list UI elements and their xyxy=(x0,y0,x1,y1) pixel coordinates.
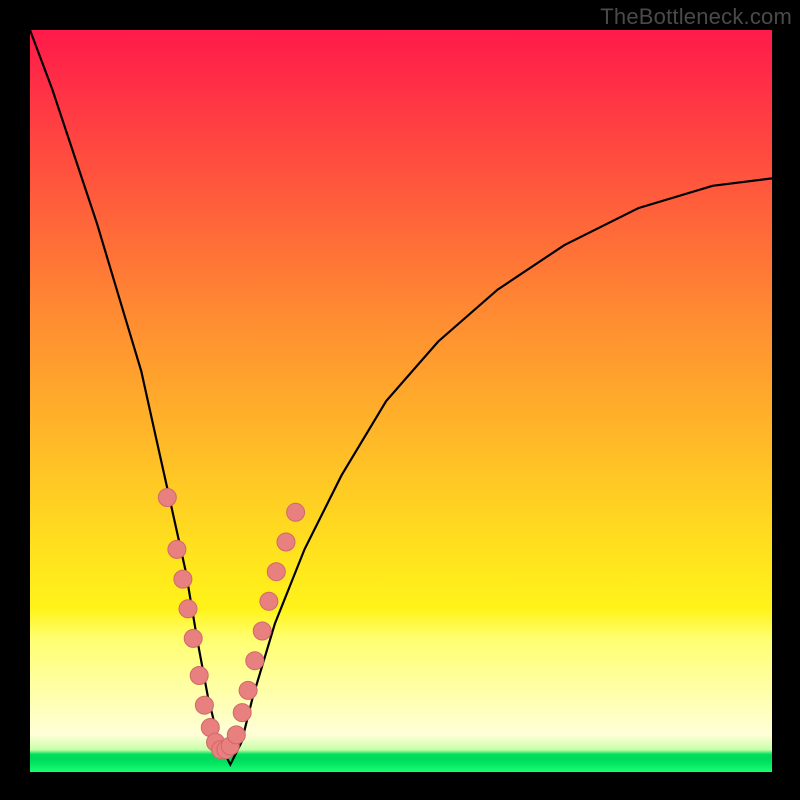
chart-frame: TheBottleneck.com xyxy=(0,0,800,800)
data-marker xyxy=(287,503,305,521)
data-marker xyxy=(246,652,264,670)
data-marker xyxy=(168,540,186,558)
data-marker xyxy=(227,726,245,744)
data-marker xyxy=(267,563,285,581)
data-marker xyxy=(260,592,278,610)
data-marker xyxy=(174,570,192,588)
data-marker xyxy=(195,696,213,714)
chart-svg xyxy=(30,30,772,772)
data-marker xyxy=(239,681,257,699)
data-marker xyxy=(158,489,176,507)
data-marker xyxy=(179,600,197,618)
bottleneck-curve xyxy=(30,30,772,765)
data-marker xyxy=(253,622,271,640)
data-marker xyxy=(233,704,251,722)
data-marker xyxy=(184,629,202,647)
curve-layer xyxy=(30,30,772,765)
marker-layer xyxy=(158,489,304,759)
watermark-text: TheBottleneck.com xyxy=(600,4,792,30)
data-marker xyxy=(190,667,208,685)
data-marker xyxy=(277,533,295,551)
